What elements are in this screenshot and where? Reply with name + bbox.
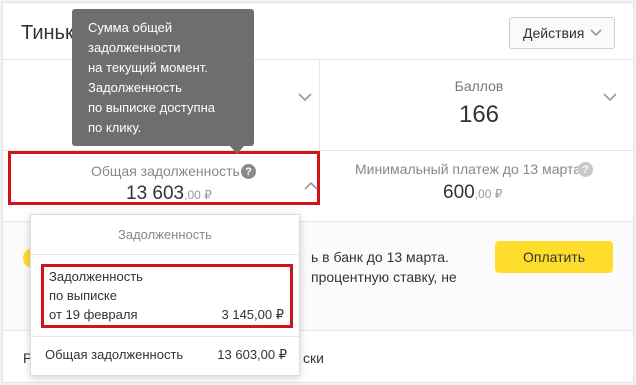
min-payment-minor: ,00 ₽ bbox=[474, 187, 503, 201]
bottom-row-right-text[interactable]: ски bbox=[303, 350, 324, 366]
chevron-down-icon bbox=[590, 29, 602, 37]
statement-debt-line1: Задолженность bbox=[49, 269, 143, 284]
min-payment-value: 600,00 ₽ bbox=[443, 182, 502, 204]
question-circle-icon[interactable]: ? bbox=[241, 164, 256, 179]
chevron-up-icon[interactable] bbox=[304, 181, 318, 190]
tooltip-line: по клику. bbox=[88, 120, 142, 135]
points-label: Баллов bbox=[454, 78, 504, 94]
statement-debt-amount: 3 145,00 ₽ bbox=[221, 307, 285, 322]
balance-row: Общая задолженность ? 13 603,00 ₽ Минима… bbox=[3, 150, 633, 222]
statement-debt-item[interactable]: Задолженность по выписке от 19 февраля 3… bbox=[41, 264, 293, 328]
column-divider bbox=[319, 60, 320, 150]
min-payment-main: 600 bbox=[443, 182, 475, 203]
total-debt-value: 13 603,00 ₽ bbox=[126, 183, 212, 205]
points-value: 166 bbox=[458, 101, 500, 128]
tooltip-line: по выписке доступна bbox=[88, 100, 215, 115]
total-debt-minor: ,00 ₽ bbox=[184, 188, 212, 202]
statement-debt-line3: от 19 февраля bbox=[49, 307, 138, 322]
tooltip-line: Задолженность bbox=[88, 80, 182, 95]
dropdown-total-value: 13 603,00 ₽ bbox=[217, 347, 287, 362]
chevron-down-icon[interactable] bbox=[298, 93, 312, 102]
dropdown-total-label: Общая задолженность bbox=[45, 347, 184, 362]
tooltip-line: Сумма общей bbox=[88, 20, 173, 35]
question-circle-icon[interactable]: ? bbox=[578, 162, 593, 177]
tooltip-line: на текущий момент. bbox=[88, 60, 208, 75]
tooltip-line: задолженности bbox=[88, 40, 181, 55]
debt-tooltip: Сумма общей задолженности на текущий мом… bbox=[72, 9, 254, 154]
notice-text-line2: процентную ставку, не bbox=[311, 269, 457, 285]
dropdown-title: Задолженность bbox=[31, 215, 299, 255]
actions-button[interactable]: Действия bbox=[509, 17, 615, 49]
tooltip-arrow bbox=[230, 146, 244, 154]
total-debt-label: Общая задолженность bbox=[91, 163, 240, 179]
total-debt-block[interactable]: Общая задолженность ? 13 603,00 ₽ bbox=[8, 151, 320, 205]
actions-button-label: Действия bbox=[523, 25, 585, 41]
notice-text-line1: ь в банк до 13 марта. bbox=[311, 249, 449, 265]
chevron-down-icon[interactable] bbox=[603, 93, 617, 102]
debt-breakdown-dropdown: Задолженность Задолженность по выписке о… bbox=[30, 214, 300, 376]
statement-debt-line2: по выписке bbox=[49, 288, 117, 303]
dropdown-divider bbox=[31, 336, 299, 337]
pay-button[interactable]: Оплатить bbox=[495, 241, 613, 273]
min-payment-label: Минимальный платеж до 13 марта bbox=[355, 161, 582, 177]
total-debt-main: 13 603 bbox=[126, 183, 185, 204]
